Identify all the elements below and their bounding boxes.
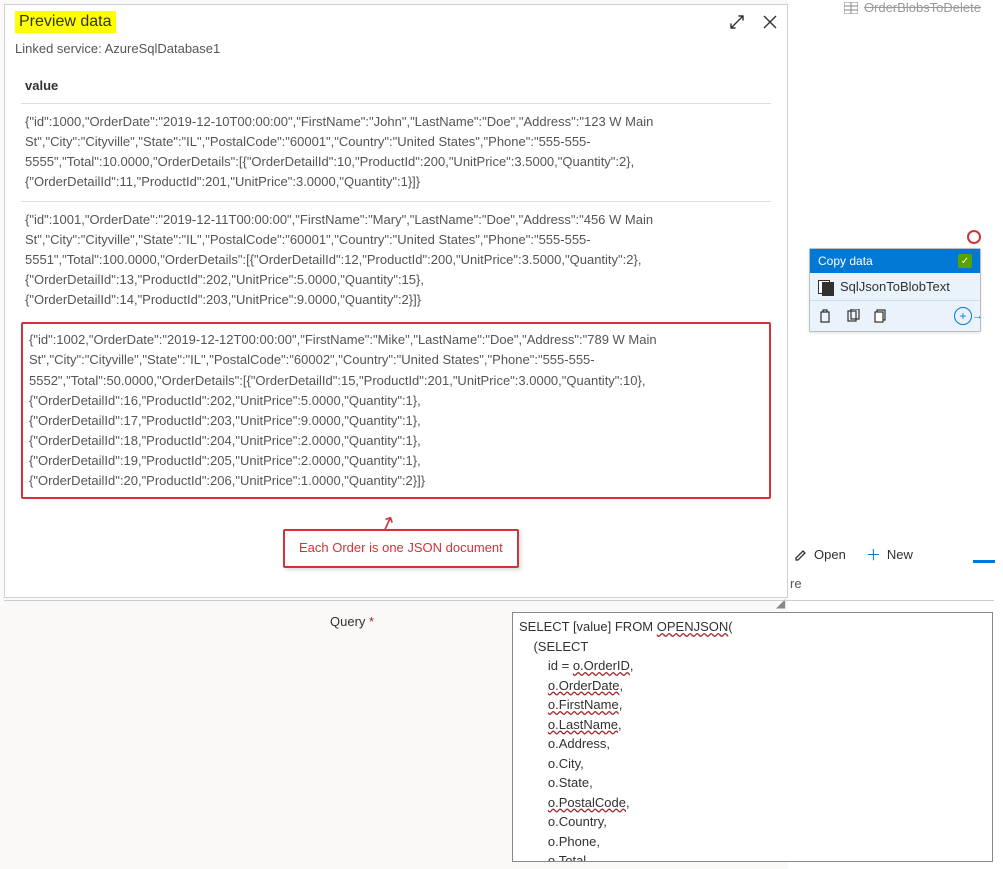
- query-textarea[interactable]: SELECT [value] FROM OPENJSON( (SELECT id…: [512, 612, 993, 862]
- success-check-icon: ✓: [958, 254, 972, 268]
- clone-icon[interactable]: [846, 309, 860, 323]
- plus-icon: ＋: [866, 544, 881, 565]
- new-label: New: [887, 547, 913, 562]
- activity-card[interactable]: Copy data ✓ SqlJsonToBlobText +: [809, 248, 981, 332]
- annotation-text: Each Order is one JSON document: [299, 540, 503, 555]
- dataset-toolbar: Open ＋ New: [790, 538, 990, 571]
- table-row: {"id":1000,"OrderDate":"2019-12-10T00:00…: [21, 103, 771, 201]
- resize-handle-icon[interactable]: ◢: [776, 596, 790, 610]
- canvas-item-partial: OrderBlobsToDelete: [844, 0, 981, 15]
- query-property-row: Query * SELECT [value] FROM OPENJSON( (S…: [330, 612, 993, 862]
- panel-header: Preview data: [5, 5, 787, 33]
- delete-icon[interactable]: [818, 309, 832, 323]
- dataset-icon: [844, 1, 858, 15]
- open-button[interactable]: Open: [794, 547, 846, 562]
- activity-card-footer: +: [810, 300, 980, 331]
- canvas-item-label: OrderBlobsToDelete: [864, 0, 981, 15]
- panel-title: Preview data: [15, 11, 116, 33]
- expand-icon[interactable]: [729, 14, 745, 30]
- open-label: Open: [814, 547, 846, 562]
- query-label: Query *: [330, 612, 500, 862]
- add-output-icon[interactable]: +: [954, 307, 972, 325]
- linked-service-label: Linked service: AzureSqlDatabase1: [5, 33, 787, 68]
- new-button[interactable]: ＋ New: [866, 544, 913, 565]
- preview-data-panel: Preview data Linked service: AzureSqlDat…: [4, 4, 788, 598]
- activity-type-label: Copy data: [818, 254, 873, 268]
- annotation-area: ↗ Each Order is one JSON document: [5, 507, 787, 597]
- truncated-text: re: [790, 576, 802, 591]
- annotation-callout: Each Order is one JSON document: [283, 529, 519, 567]
- table-row-highlighted: {"id":1002,"OrderDate":"2019-12-12T00:00…: [21, 322, 771, 499]
- copy-data-icon: [818, 280, 834, 294]
- column-header-value: value: [21, 68, 771, 103]
- activity-card-body[interactable]: SqlJsonToBlobText: [810, 273, 980, 300]
- activity-name-label: SqlJsonToBlobText: [840, 279, 950, 294]
- edit-icon: [794, 548, 808, 562]
- copy-icon[interactable]: [874, 309, 888, 323]
- activity-card-header[interactable]: Copy data ✓: [810, 249, 980, 273]
- tab-underline: [973, 560, 995, 563]
- close-icon[interactable]: [763, 15, 777, 29]
- table-row: {"id":1001,"OrderDate":"2019-12-11T00:00…: [21, 201, 771, 319]
- status-indicator: [967, 230, 981, 244]
- divider: [4, 600, 994, 601]
